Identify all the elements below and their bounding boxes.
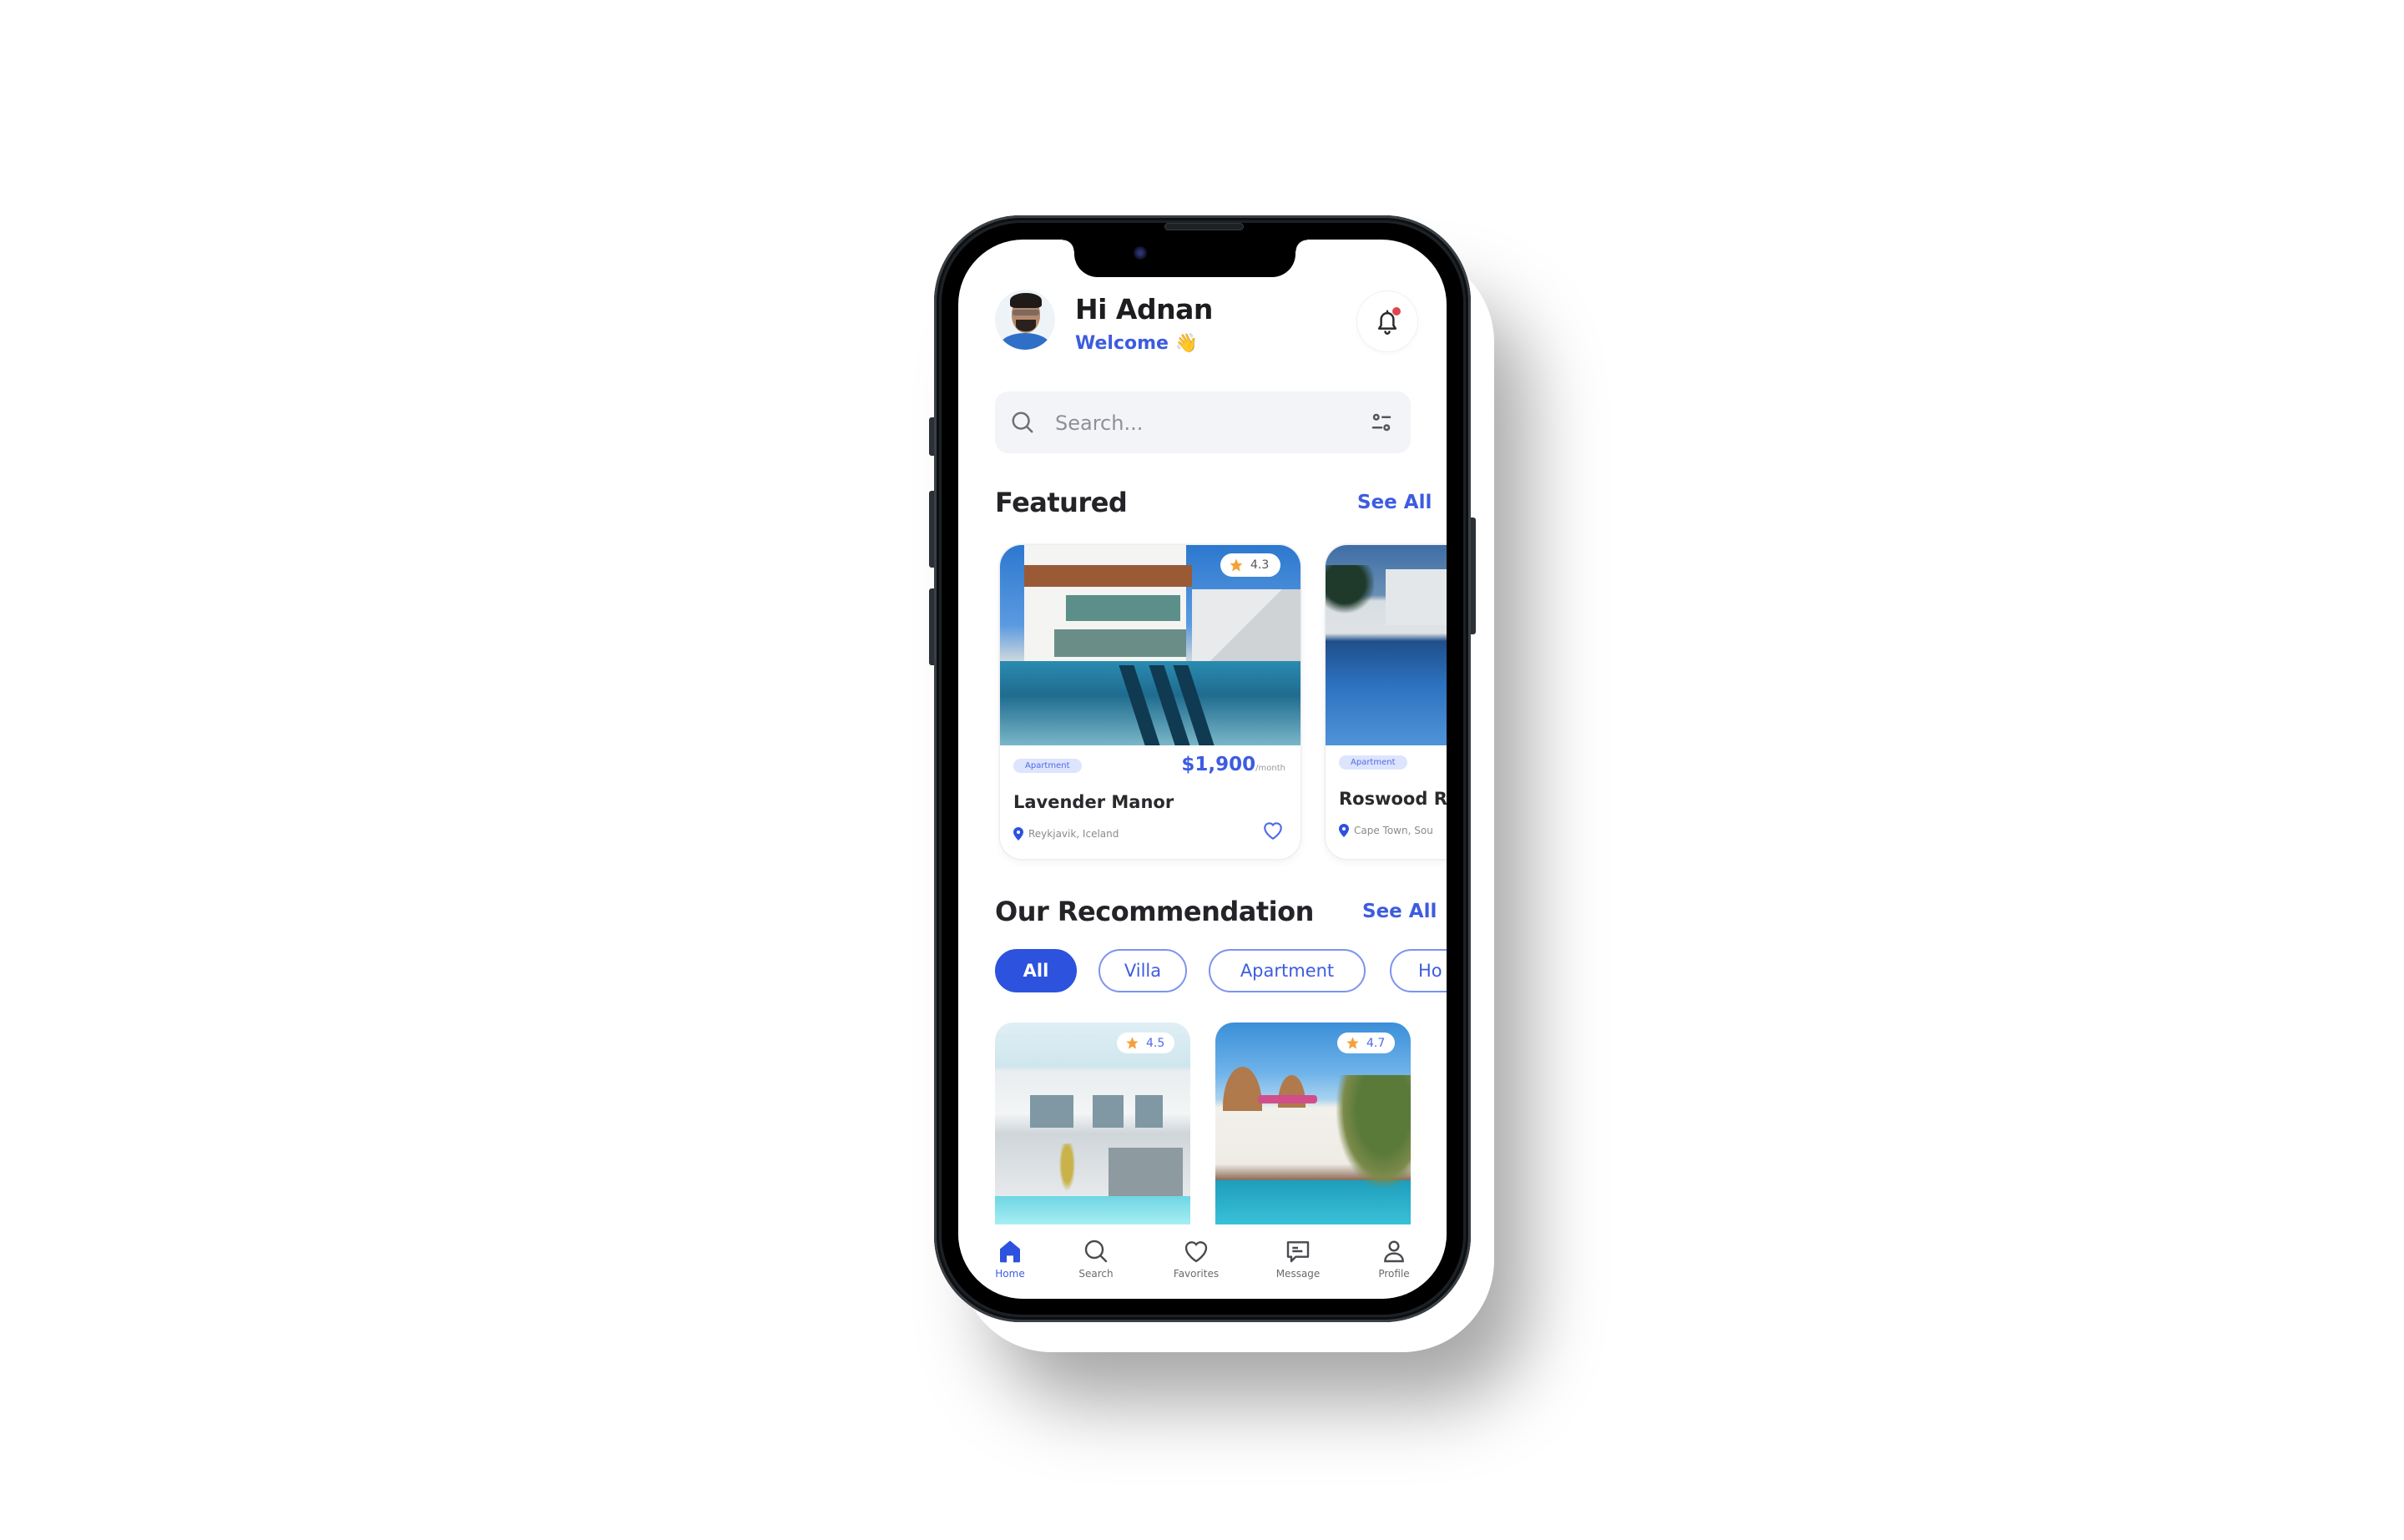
featured-card[interactable]: 4.3 Apartment $1,900/month Lavender Mano… <box>1000 545 1300 859</box>
notification-button[interactable] <box>1357 291 1417 351</box>
nav-label: Favorites <box>1173 1268 1220 1280</box>
property-name: Lavender Manor <box>1013 792 1174 812</box>
rating-badge: 4.5 <box>1117 1033 1175 1053</box>
property-price: $1,900/month <box>1181 754 1285 775</box>
featured-title: Featured <box>995 487 1128 518</box>
location-text: Reykjavik, Iceland <box>1028 828 1119 840</box>
nav-item-profile[interactable]: Profile <box>1356 1238 1432 1280</box>
featured-card[interactable]: Apartment Roswood Re Cape Town, Sou <box>1326 545 1447 859</box>
notification-dot <box>1392 307 1401 316</box>
welcome-subtitle: Welcome 👋 <box>1075 333 1198 354</box>
filter-chip-all[interactable]: All <box>995 949 1077 992</box>
recommendation-title: Our Recommendation <box>995 896 1314 927</box>
search-input[interactable] <box>1053 406 1357 440</box>
notch <box>1063 240 1307 277</box>
price-period: /month <box>1255 764 1285 773</box>
search-icon <box>1084 1240 1108 1263</box>
property-name: Roswood Re <box>1339 789 1447 809</box>
rating-badge: 4.7 <box>1337 1033 1396 1053</box>
property-image <box>1326 545 1447 745</box>
location-pin-icon <box>1339 824 1349 837</box>
nav-item-favorites[interactable]: Favorites <box>1159 1238 1234 1280</box>
search-icon <box>1012 412 1033 433</box>
location-text: Cape Town, Sou <box>1354 825 1433 836</box>
avatar[interactable] <box>995 290 1055 350</box>
nav-item-home[interactable]: Home <box>972 1238 1048 1280</box>
rating-value: 4.7 <box>1366 1036 1386 1050</box>
nav-label: Search <box>1078 1268 1114 1280</box>
filter-chip-villa[interactable]: Villa <box>1098 949 1187 992</box>
rating-value: 4.3 <box>1250 558 1270 572</box>
recommendation-card[interactable]: 4.7 <box>1215 1022 1411 1224</box>
property-type-tag: Apartment <box>1013 759 1082 773</box>
welcome-text: Welcome <box>1075 333 1169 354</box>
nav-label: Profile <box>1378 1268 1410 1280</box>
nav-label: Message <box>1275 1268 1321 1280</box>
nav-item-search[interactable]: Search <box>1058 1238 1134 1280</box>
front-camera <box>1134 246 1147 260</box>
earpiece-speaker <box>1164 223 1244 230</box>
greeting-title: Hi Adnan <box>1075 293 1213 326</box>
rating-value: 4.5 <box>1146 1036 1165 1050</box>
star-icon <box>1230 558 1243 572</box>
heart-icon <box>1184 1241 1208 1263</box>
star-icon <box>1346 1037 1359 1049</box>
property-location: Reykjavik, Iceland <box>1013 827 1119 841</box>
search-bar[interactable] <box>995 391 1411 453</box>
filter-sliders-icon[interactable] <box>1369 410 1394 435</box>
waving-hand-icon: 👋 <box>1174 333 1199 354</box>
rating-badge: 4.3 <box>1220 553 1281 577</box>
nav-label: Home <box>995 1268 1025 1280</box>
star-icon <box>1126 1037 1139 1049</box>
recommendation-card[interactable]: 4.5 <box>995 1022 1190 1224</box>
profile-icon <box>1384 1240 1404 1263</box>
power-button <box>1470 518 1476 634</box>
location-pin-icon <box>1013 827 1023 841</box>
filter-chip-apartment[interactable]: Apartment <box>1209 949 1366 992</box>
property-location: Cape Town, Sou <box>1339 824 1433 837</box>
bottom-nav: Home Search Favorites Message Profile <box>958 1224 1447 1299</box>
app-screen: Hi Adnan Welcome 👋 Featured See All 4.3 … <box>958 240 1447 1299</box>
heart-icon[interactable] <box>1262 820 1284 841</box>
message-icon <box>1286 1241 1310 1263</box>
filter-chip-houses[interactable]: Ho <box>1390 949 1447 992</box>
nav-item-message[interactable]: Message <box>1260 1238 1336 1280</box>
recommendation-see-all-link[interactable]: See All <box>1362 901 1437 922</box>
featured-see-all-link[interactable]: See All <box>1357 492 1432 513</box>
property-type-tag: Apartment <box>1339 755 1407 770</box>
home-icon <box>1000 1240 1020 1263</box>
price-amount: $1,900 <box>1181 754 1256 775</box>
